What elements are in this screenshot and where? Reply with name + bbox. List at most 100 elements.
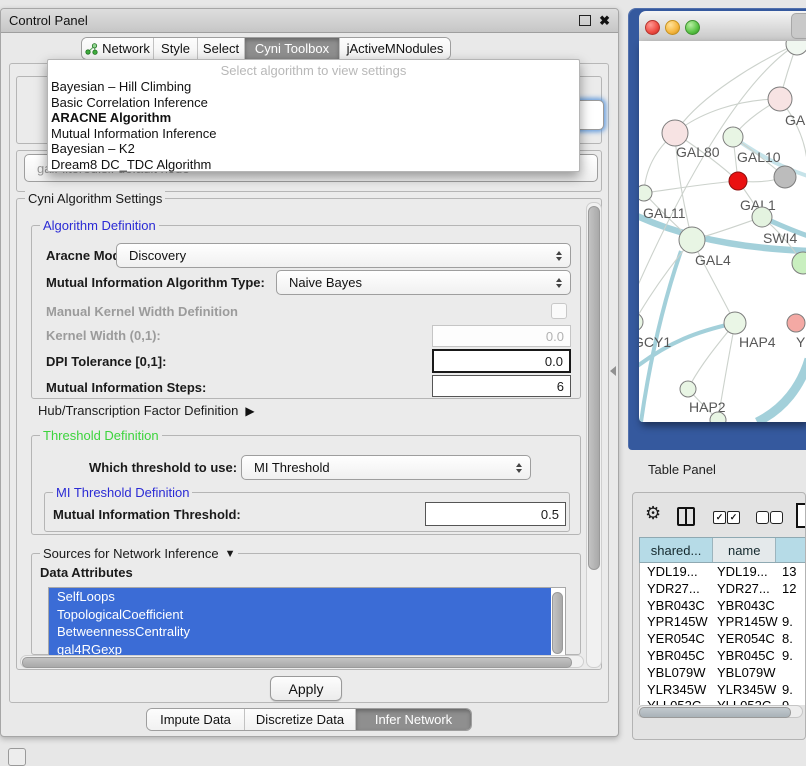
sources-group-title-row[interactable]: Sources for Network Inference ▼ xyxy=(40,546,238,561)
which-threshold-combo[interactable]: MI Threshold xyxy=(241,455,531,480)
node-y[interactable] xyxy=(787,314,805,332)
deselect-all-icon[interactable] xyxy=(770,511,783,524)
node-unlabeled[interactable] xyxy=(786,41,806,55)
float-window-icon[interactable] xyxy=(579,15,591,26)
settings-vscroll-thumb[interactable] xyxy=(588,206,600,570)
table-cell: YLR345W xyxy=(647,682,706,697)
table-row[interactable]: YER054CYER054C8. xyxy=(640,630,806,647)
table-cell: 9. xyxy=(782,698,793,705)
mi-type-value: Naive Bayes xyxy=(289,275,362,290)
algorithm-option-bayesian-hill-climbing[interactable]: Bayesian – Hill Climbing xyxy=(48,79,579,95)
node-swi4[interactable] xyxy=(752,207,772,227)
collapsed-panel-icon[interactable] xyxy=(8,748,26,766)
kernel-width-label: Kernel Width (0,1): xyxy=(46,328,161,343)
close-traffic-light[interactable] xyxy=(645,20,660,35)
table-row[interactable]: YBL079WYBL079W xyxy=(640,664,806,681)
node-gcy1[interactable] xyxy=(639,313,643,331)
control-panel-titlebar[interactable]: Control Panel ✖ xyxy=(1,9,618,33)
attribute-item-selfloops[interactable]: SelfLoops xyxy=(49,588,551,606)
splitter-collapse-icon[interactable] xyxy=(610,366,616,376)
tab-label: Discretize Data xyxy=(256,712,344,727)
node-gal10[interactable] xyxy=(723,127,743,147)
table-row[interactable]: YBR043CYBR043C xyxy=(640,597,806,614)
network-view-window[interactable]: GAL7GAL80GAL10GAL11GAL1SWI4GAL4GCY1HAP4Y… xyxy=(628,8,806,450)
node-unlabeled[interactable] xyxy=(774,166,796,188)
column-header-shared[interactable]: shared... xyxy=(640,538,713,562)
network-window-titlebar[interactable] xyxy=(639,11,806,42)
tab-jactivemnodules[interactable]: jActiveMNodules xyxy=(340,38,450,59)
node-label: GAL80 xyxy=(676,144,720,160)
table-row[interactable]: YBR045CYBR045C9. xyxy=(640,647,806,664)
algorithm-option-aracne-algorithm[interactable]: ARACNE Algorithm xyxy=(48,110,579,126)
node-unlabeled[interactable] xyxy=(792,252,806,274)
table-cell: 12 xyxy=(782,581,796,596)
network-nodes[interactable]: GAL7GAL80GAL10GAL11GAL1SWI4GAL4GCY1HAP4Y… xyxy=(639,41,806,422)
node-gal11[interactable] xyxy=(639,185,652,201)
settings-hscroll-thumb[interactable] xyxy=(22,657,572,668)
column-header-label: name xyxy=(728,543,761,558)
minimize-traffic-light[interactable] xyxy=(665,20,680,35)
tab-cyni-toolbox[interactable]: Cyni Toolbox xyxy=(245,38,340,59)
tab-style[interactable]: Style xyxy=(154,38,198,59)
hub-tf-definition-expander[interactable]: Hub/Transcription Factor Definition ▶ xyxy=(38,403,255,418)
tab-select[interactable]: Select xyxy=(198,38,245,59)
kernel-width-field[interactable]: 0.0 xyxy=(432,325,571,347)
algorithm-option-mutual-information-inference[interactable]: Mutual Information Inference xyxy=(48,126,579,142)
algorithm-option-basic-correlation-inference[interactable]: Basic Correlation Inference xyxy=(48,95,579,111)
table-row[interactable]: YLR345WYLR345W9. xyxy=(640,681,806,698)
apply-button-label: Apply xyxy=(288,681,323,697)
mi-type-combo[interactable]: Naive Bayes xyxy=(276,270,571,295)
algorithm-option-dream8-dc-tdc-algorithm[interactable]: Dream8 DC_TDC Algorithm xyxy=(48,157,579,173)
node-gal7[interactable] xyxy=(768,87,792,111)
document-icon[interactable] xyxy=(796,503,806,528)
zoom-traffic-light[interactable] xyxy=(685,20,700,35)
table-row[interactable]: YLL052CYLL052C9. xyxy=(640,697,806,705)
settings-horizontal-scrollbar[interactable] xyxy=(20,655,584,668)
attribute-item-betweennesscentrality[interactable]: BetweennessCentrality xyxy=(49,623,551,641)
select-all-icon[interactable]: ✓ xyxy=(727,511,740,524)
column-header-name[interactable]: name xyxy=(713,538,776,562)
dpi-tolerance-field[interactable]: 0.0 xyxy=(432,349,571,373)
cyni-toolbox-content: galFiltered.sif default node Select algo… xyxy=(9,63,609,703)
attribute-item-topologicalcoefficient[interactable]: TopologicalCoefficient xyxy=(49,606,551,624)
table-cell: YLL052C xyxy=(647,698,701,705)
combo-arrows-icon xyxy=(556,251,562,261)
node-gal80[interactable] xyxy=(662,120,688,146)
algorithm-option-bayesian-k2[interactable]: Bayesian – K2 xyxy=(48,141,579,157)
settings-vertical-scrollbar[interactable] xyxy=(586,202,602,668)
table-horizontal-scrollbar[interactable] xyxy=(637,705,803,718)
column-header-3[interactable] xyxy=(776,538,806,562)
aracne-mode-combo[interactable]: Discovery xyxy=(116,243,571,268)
table-hscroll-thumb[interactable] xyxy=(639,707,791,718)
table-row[interactable]: YDR27...YDR27...12 xyxy=(640,580,806,597)
table-cell: YLR345W xyxy=(717,682,776,697)
mi-steps-field[interactable]: 6 xyxy=(432,375,571,397)
which-threshold-value: MI Threshold xyxy=(254,460,330,475)
gear-icon[interactable]: ⚙ xyxy=(645,503,661,524)
titlebar-button[interactable] xyxy=(791,13,806,39)
mi-threshold-label: Mutual Information Threshold: xyxy=(53,507,241,522)
node-gal4[interactable] xyxy=(679,227,705,253)
data-attributes-list[interactable]: SelfLoopsTopologicalCoefficientBetweenne… xyxy=(48,587,566,657)
tab-infer-network[interactable]: Infer Network xyxy=(356,709,471,730)
network-canvas[interactable]: GAL7GAL80GAL10GAL11GAL1SWI4GAL4GCY1HAP4Y… xyxy=(639,41,806,422)
apply-button[interactable]: Apply xyxy=(270,676,342,701)
node-hap2[interactable] xyxy=(680,381,696,397)
node-gal1[interactable] xyxy=(729,172,747,190)
node-hap4[interactable] xyxy=(724,312,746,334)
aracne-mode-value: Discovery xyxy=(129,248,186,263)
control-panel-tabs: NetworkStyleSelectCyni ToolboxjActiveMNo… xyxy=(81,37,451,60)
tab-network[interactable]: Network xyxy=(82,38,154,59)
mi-threshold-field[interactable]: 0.5 xyxy=(425,502,566,526)
columns-icon[interactable] xyxy=(677,507,695,526)
tab-discretize-data[interactable]: Discretize Data xyxy=(245,709,356,730)
manual-kernel-checkbox[interactable] xyxy=(551,303,567,319)
table-cell: YBR045C xyxy=(647,648,705,663)
close-icon[interactable]: ✖ xyxy=(599,14,610,27)
tab-impute-data[interactable]: Impute Data xyxy=(147,709,245,730)
table-row[interactable]: YDL19...YDL19...13 xyxy=(640,563,806,580)
deselect-all-icon[interactable] xyxy=(756,511,769,524)
select-all-icon[interactable]: ✓ xyxy=(713,511,726,524)
list-scrollbar-thumb[interactable] xyxy=(552,592,563,654)
table-row[interactable]: YPR145WYPR145W9. xyxy=(640,613,806,630)
